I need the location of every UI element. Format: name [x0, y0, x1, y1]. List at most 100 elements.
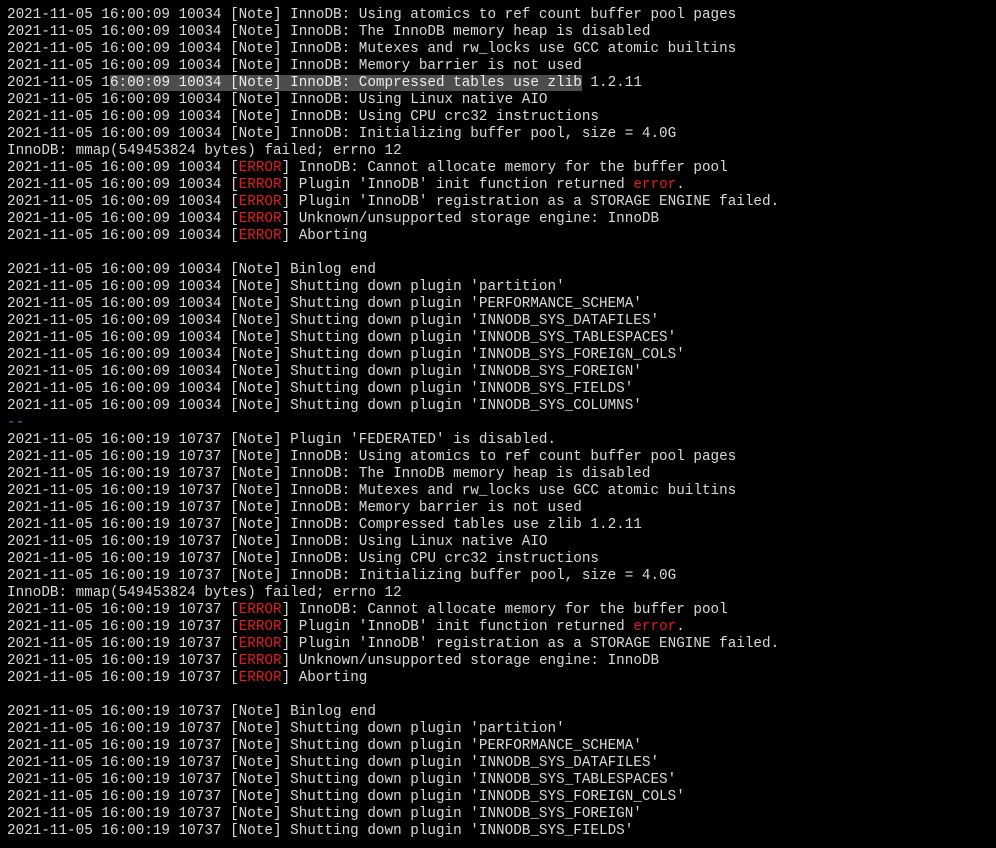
log-line: 2021-11-05 16:00:09 10034 [Note] Shuttin… — [7, 330, 996, 347]
log-text: 2021-11-05 16:00:09 10034 [Note] Shuttin… — [7, 347, 685, 363]
log-line: 2021-11-05 16:00:19 10737 [Note] InnoDB:… — [7, 568, 996, 585]
log-line: 2021-11-05 16:00:19 10737 [Note] Shuttin… — [7, 772, 996, 789]
error-text: error — [633, 619, 677, 635]
error-text: ERROR — [238, 194, 282, 210]
terminal-output[interactable]: 2021-11-05 16:00:09 10034 [Note] InnoDB:… — [0, 0, 996, 848]
log-text: 2021-11-05 16:00:19 10737 [Note] InnoDB:… — [7, 517, 642, 533]
log-line: 2021-11-05 16:00:19 10737 [Note] Shuttin… — [7, 721, 996, 738]
log-text: 2021-11-05 16:00:09 10034 [Note] Shuttin… — [7, 330, 677, 346]
log-text: 2021-11-05 16:00:09 10034 [ — [7, 211, 239, 227]
log-text: ] Plugin 'InnoDB' init function returned — [281, 619, 634, 635]
log-text: 2021-11-05 16:00:09 10034 [ — [7, 228, 239, 244]
log-line: 2021-11-05 16:00:09 10034 [Note] InnoDB:… — [7, 24, 996, 41]
log-line: 2021-11-05 16:00:19 10737 [Note] Shuttin… — [7, 755, 996, 772]
log-text: 2021-11-05 16:00:19 10737 [ — [7, 619, 239, 635]
log-line: InnoDB: mmap(549453824 bytes) failed; er… — [7, 143, 996, 160]
log-line: 2021-11-05 16:00:19 10737 [Note] Shuttin… — [7, 738, 996, 755]
log-line: 2021-11-05 16:00:19 10737 [Note] InnoDB:… — [7, 483, 996, 500]
log-text: ] Plugin 'InnoDB' init function returned — [281, 177, 634, 193]
log-text: 2021-11-05 16:00:19 10737 [Note] InnoDB:… — [7, 449, 737, 465]
log-line: 2021-11-05 16:00:19 10737 [ERROR] Plugin… — [7, 636, 996, 653]
selected-text: 6:00:09 10034 [Note] InnoDB: Compressed … — [109, 75, 582, 91]
log-text: 2021-11-05 16:00:19 10737 [ — [7, 670, 239, 686]
log-text: 2021-11-05 16:00:09 10034 [Note] InnoDB:… — [7, 7, 737, 23]
log-text: 2021-11-05 1 — [7, 75, 110, 91]
log-line: 2021-11-05 16:00:09 10034 [Note] InnoDB:… — [7, 41, 996, 58]
log-line: 2021-11-05 16:00:09 10034 [Note] Shuttin… — [7, 398, 996, 415]
log-line: 2021-11-05 16:00:09 10034 [ERROR] Plugin… — [7, 177, 996, 194]
log-text: 2021-11-05 16:00:19 10737 [Note] Shuttin… — [7, 789, 685, 805]
log-line: 2021-11-05 16:00:19 10737 [Note] InnoDB:… — [7, 551, 996, 568]
log-line: 2021-11-05 16:00:19 10737 [Note] Plugin … — [7, 432, 996, 449]
log-line: 2021-11-05 16:00:19 10737 [Note] Shuttin… — [7, 823, 996, 840]
log-text: 2021-11-05 16:00:19 10737 [Note] Shuttin… — [7, 806, 642, 822]
log-text: 2021-11-05 16:00:09 10034 [Note] InnoDB:… — [7, 126, 677, 142]
log-text: . — [676, 177, 685, 193]
log-text: 2021-11-05 16:00:19 10737 [Note] InnoDB:… — [7, 568, 677, 584]
log-text: 2021-11-05 16:00:09 10034 [Note] InnoDB:… — [7, 24, 651, 40]
log-line: 2021-11-05 16:00:19 10737 [Note] InnoDB:… — [7, 449, 996, 466]
log-text: ] Unknown/unsupported storage engine: In… — [281, 653, 660, 669]
log-line: 2021-11-05 16:00:19 10737 [Note] InnoDB:… — [7, 534, 996, 551]
log-line: 2021-11-05 16:00:09 10034 [Note] InnoDB:… — [7, 7, 996, 24]
log-text: InnoDB: mmap(549453824 bytes) failed; er… — [7, 143, 402, 159]
log-line: InnoDB: mmap(549453824 bytes) failed; er… — [7, 585, 996, 602]
log-text: 2021-11-05 16:00:19 10737 [Note] Shuttin… — [7, 823, 634, 839]
error-text: ERROR — [238, 670, 282, 686]
separator-text: -- — [7, 415, 25, 431]
log-line: 2021-11-05 16:00:09 10034 [Note] InnoDB:… — [7, 126, 996, 143]
log-text: 2021-11-05 16:00:09 10034 [Note] Shuttin… — [7, 296, 642, 312]
log-line: 2021-11-05 16:00:09 10034 [ERROR] Unknow… — [7, 211, 996, 228]
log-line: 2021-11-05 16:00:19 10737 [Note] InnoDB:… — [7, 517, 996, 534]
log-text: ] Aborting — [281, 228, 368, 244]
log-line: 2021-11-05 16:00:19 10737 [Note] InnoDB:… — [7, 500, 996, 517]
error-text: error — [633, 177, 677, 193]
log-text: InnoDB: mmap(549453824 bytes) failed; er… — [7, 585, 402, 601]
error-text: ERROR — [238, 160, 282, 176]
error-text: ERROR — [238, 619, 282, 635]
log-text: 2021-11-05 16:00:09 10034 [Note] InnoDB:… — [7, 109, 599, 125]
log-line: 2021-11-05 16:00:09 10034 [ERROR] Aborti… — [7, 228, 996, 245]
log-line: 2021-11-05 16:00:09 10034 [Note] Shuttin… — [7, 296, 996, 313]
log-text: 2021-11-05 16:00:19 10737 [Note] InnoDB:… — [7, 466, 651, 482]
error-text: ERROR — [238, 177, 282, 193]
log-line: 2021-11-05 16:00:09 10034 [Note] InnoDB:… — [7, 92, 996, 109]
log-line: 2021-11-05 16:00:19 10737 [ERROR] Unknow… — [7, 653, 996, 670]
log-line: 2021-11-05 16:00:09 10034 [ERROR] Plugin… — [7, 194, 996, 211]
error-text: ERROR — [238, 228, 282, 244]
log-text: 2021-11-05 16:00:09 10034 [Note] InnoDB:… — [7, 41, 737, 57]
log-text: 2021-11-05 16:00:09 10034 [ — [7, 194, 239, 210]
log-line: -- — [7, 415, 996, 432]
log-text: . — [676, 619, 685, 635]
log-line: 2021-11-05 16:00:19 10737 [Note] Shuttin… — [7, 789, 996, 806]
log-text: ] Aborting — [281, 670, 368, 686]
log-line: 2021-11-05 16:00:09 10034 [Note] Binlog … — [7, 262, 996, 279]
log-text: ] Unknown/unsupported storage engine: In… — [281, 211, 660, 227]
log-text: 2021-11-05 16:00:19 10737 [Note] Shuttin… — [7, 755, 660, 771]
log-text: ] Plugin 'InnoDB' registration as a STOR… — [281, 194, 780, 210]
log-text: 2021-11-05 16:00:19 10737 [Note] InnoDB:… — [7, 534, 548, 550]
log-text: 2021-11-05 16:00:19 10737 [Note] InnoDB:… — [7, 500, 582, 516]
log-line: 2021-11-05 16:00:09 10034 [Note] InnoDB:… — [7, 75, 996, 92]
log-line: 2021-11-05 16:00:09 10034 [Note] InnoDB:… — [7, 58, 996, 75]
log-text: 2021-11-05 16:00:09 10034 [Note] Binlog … — [7, 262, 376, 278]
log-text: 2021-11-05 16:00:19 10737 [Note] Binlog … — [7, 704, 376, 720]
log-text: 2021-11-05 16:00:09 10034 [Note] InnoDB:… — [7, 58, 582, 74]
log-text: 2021-11-05 16:00:19 10737 [Note] InnoDB:… — [7, 551, 599, 567]
log-line: 2021-11-05 16:00:19 10737 [Note] Shuttin… — [7, 806, 996, 823]
log-line: 2021-11-05 16:00:19 10737 [ERROR] Aborti… — [7, 670, 996, 687]
error-text: ERROR — [238, 602, 282, 618]
log-line: 2021-11-05 16:00:09 10034 [Note] InnoDB:… — [7, 109, 996, 126]
error-text: ERROR — [238, 653, 282, 669]
log-text: 2021-11-05 16:00:09 10034 [Note] InnoDB:… — [7, 92, 548, 108]
log-text: 2021-11-05 16:00:19 10737 [Note] Shuttin… — [7, 721, 565, 737]
log-line: 2021-11-05 16:00:19 10737 [Note] InnoDB:… — [7, 466, 996, 483]
log-text: 2021-11-05 16:00:09 10034 [Note] Shuttin… — [7, 313, 660, 329]
log-text: 2021-11-05 16:00:09 10034 [Note] Shuttin… — [7, 381, 634, 397]
log-line: 2021-11-05 16:00:19 10737 [ERROR] InnoDB… — [7, 602, 996, 619]
log-text: ] InnoDB: Cannot allocate memory for the… — [281, 602, 728, 618]
log-text: 2021-11-05 16:00:19 10737 [Note] Shuttin… — [7, 738, 642, 754]
log-line: 2021-11-05 16:00:09 10034 [Note] Shuttin… — [7, 347, 996, 364]
